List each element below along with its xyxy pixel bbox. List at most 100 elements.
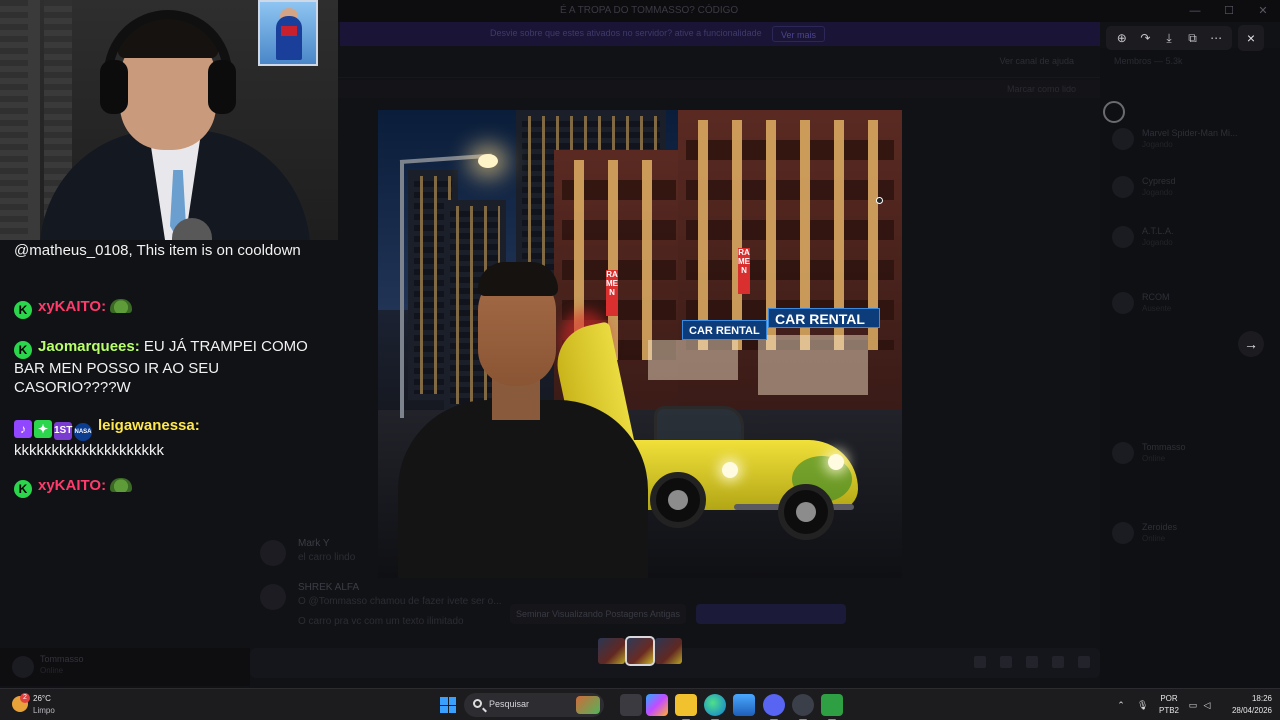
emoji-icon[interactable] — [1052, 656, 1064, 668]
notification-badge: 2 — [20, 693, 30, 703]
avatar — [1112, 442, 1134, 464]
chat-username: xyKAITO: — [38, 298, 107, 315]
member-item[interactable]: Cypresd Jogando — [1112, 172, 1272, 202]
user-name: Tommasso — [40, 654, 84, 664]
clock-time: 18:26 — [1251, 694, 1272, 703]
banner-text: Desvie sobre que estes ativados no servi… — [490, 28, 762, 38]
avatar — [260, 584, 286, 610]
apps-icon[interactable] — [1078, 656, 1090, 668]
stream-chat-overlay: @matheus_0108, This item is on cooldown … — [0, 240, 338, 520]
window-controls: — ☐ ✕ — [1178, 0, 1280, 22]
chat-badge-icon: K — [14, 480, 32, 498]
language-code: POR — [1160, 694, 1178, 703]
header-action[interactable]: Ver canal de ajuda — [999, 56, 1074, 66]
avatar — [1112, 226, 1134, 248]
banner-button[interactable]: Ver mais — [772, 26, 826, 42]
avatar — [1112, 176, 1134, 198]
chat-username: leigawanessa: — [98, 417, 200, 434]
member-item[interactable]: Tommasso Online — [1112, 438, 1272, 468]
viewer-toolbar: ⊕ ↷ ⤓ ⧉ ⋯ — [1106, 26, 1232, 50]
download-icon[interactable]: ⤓ — [1159, 28, 1179, 48]
open-external-icon[interactable]: ⧉ — [1183, 28, 1203, 48]
user-panel: Tommasso Online — [0, 648, 250, 686]
thumbnail-strip — [598, 636, 683, 666]
thumbnail[interactable] — [655, 638, 683, 664]
more-icon[interactable]: ⋯ — [1206, 28, 1226, 48]
mouse-cursor-icon — [876, 197, 883, 204]
chat-badge-icon: K — [14, 301, 32, 319]
gift-icon[interactable] — [974, 656, 986, 668]
user-status: Online — [40, 666, 64, 675]
twitch-badge-icon: ♪ — [14, 420, 32, 438]
microphone-tray-icon[interactable]: 🎙 — [1137, 700, 1148, 710]
channel-header: Ver canal de ajuda — [338, 48, 1100, 78]
member-item[interactable]: Marvel Spider-Man Mi... Jogando — [1112, 124, 1272, 154]
language-indicator[interactable]: POR PTB2 — [1159, 693, 1179, 717]
message-author[interactable]: Mark Y — [298, 538, 330, 549]
minimize-icon[interactable]: — — [1178, 0, 1212, 22]
member-item[interactable]: A.T.L.A. Jogando — [1112, 222, 1272, 252]
search-placeholder: Pesquisar — [489, 699, 530, 709]
copilot-icon[interactable] — [646, 694, 668, 716]
viewed-image[interactable]: RAMEN RAMEN CAR RENTAL CAR RENTAL — [378, 110, 902, 578]
turtle-emote-icon — [110, 478, 133, 492]
avatar — [260, 540, 286, 566]
edge-icon[interactable] — [704, 694, 726, 720]
avatar — [1112, 522, 1134, 544]
composer-icons — [974, 656, 1090, 668]
avatar[interactable] — [12, 656, 34, 678]
mark-read-button[interactable]: Marcar como lido — [1007, 84, 1076, 94]
avatar — [1112, 292, 1134, 314]
gif-icon[interactable] — [1000, 656, 1012, 668]
taskbar-search[interactable]: Pesquisar — [464, 693, 604, 717]
close-icon[interactable]: × — [1238, 25, 1264, 51]
loading-spinner-icon — [1103, 101, 1125, 123]
sticker-icon[interactable] — [1026, 656, 1038, 668]
thumbnail-active[interactable] — [624, 636, 656, 666]
weather-temperature: 26°C — [33, 694, 51, 703]
chat-badge-icon: K — [14, 341, 32, 359]
jump-to-present-button[interactable] — [696, 604, 846, 624]
file-explorer-icon[interactable] — [675, 694, 697, 720]
member-status: Jogando — [1142, 140, 1173, 149]
task-view-icon[interactable] — [620, 694, 642, 716]
member-name: Tommasso — [1142, 442, 1186, 452]
steam-icon[interactable] — [792, 694, 814, 720]
message-author[interactable]: SHREK ALFA — [298, 582, 359, 593]
thumbnail[interactable] — [598, 638, 625, 664]
message-text: O @Tommasso chamou de fazer ivete ser o.… — [298, 596, 502, 607]
chat-username: xyKAITO: — [38, 477, 107, 494]
image-person — [392, 260, 654, 578]
taskbar: 2 26°C Limpo Pesquisar ⌃ 🎙 POR PTB2 ▭ ◁ … — [0, 688, 1280, 720]
window-title: É A TROPA DO TOMMASSO? CÓDIGO — [560, 5, 739, 16]
window-close-icon[interactable]: ✕ — [1246, 0, 1280, 22]
member-name: RCOM — [1142, 292, 1170, 302]
member-item[interactable]: Zeroides Online — [1112, 518, 1272, 548]
sword-badge-icon: ✦ — [34, 420, 52, 438]
weather-condition: Limpo — [33, 706, 55, 715]
volume-icon[interactable]: ◁ — [1202, 700, 1212, 710]
image-lamp-light — [478, 154, 498, 168]
new-messages-bar: Marcar como lido — [338, 80, 1100, 98]
system-clock[interactable]: 18:26 28/04/2026 — [1220, 693, 1272, 717]
display-icon[interactable]: ▭ — [1188, 700, 1198, 710]
next-image-icon[interactable]: → — [1238, 331, 1264, 357]
chevron-up-icon[interactable]: ⌃ — [1116, 700, 1126, 710]
forward-icon[interactable]: ↷ — [1135, 28, 1155, 48]
discord-icon[interactable] — [763, 694, 785, 720]
photos-icon[interactable] — [733, 694, 755, 716]
notice-banner: Desvie sobre que estes ativados no servi… — [340, 22, 1100, 46]
chat-message: KxyKAITO: — [14, 476, 314, 498]
member-item[interactable]: RCOM Ausente — [1112, 288, 1272, 318]
nasa-badge-icon: NASA — [74, 423, 92, 441]
avatar — [1112, 128, 1134, 150]
superhero-poster — [258, 0, 318, 66]
weather-widget[interactable]: 2 26°C Limpo — [12, 693, 72, 717]
start-icon[interactable] — [440, 697, 456, 713]
zoom-in-icon[interactable]: ⊕ — [1112, 28, 1132, 48]
member-status: Ausente — [1142, 304, 1172, 313]
member-list-title: Membros — 5.3k — [1114, 56, 1183, 66]
xbox-icon[interactable] — [821, 694, 843, 720]
member-status: Jogando — [1142, 188, 1173, 197]
maximize-icon[interactable]: ☐ — [1212, 0, 1246, 22]
